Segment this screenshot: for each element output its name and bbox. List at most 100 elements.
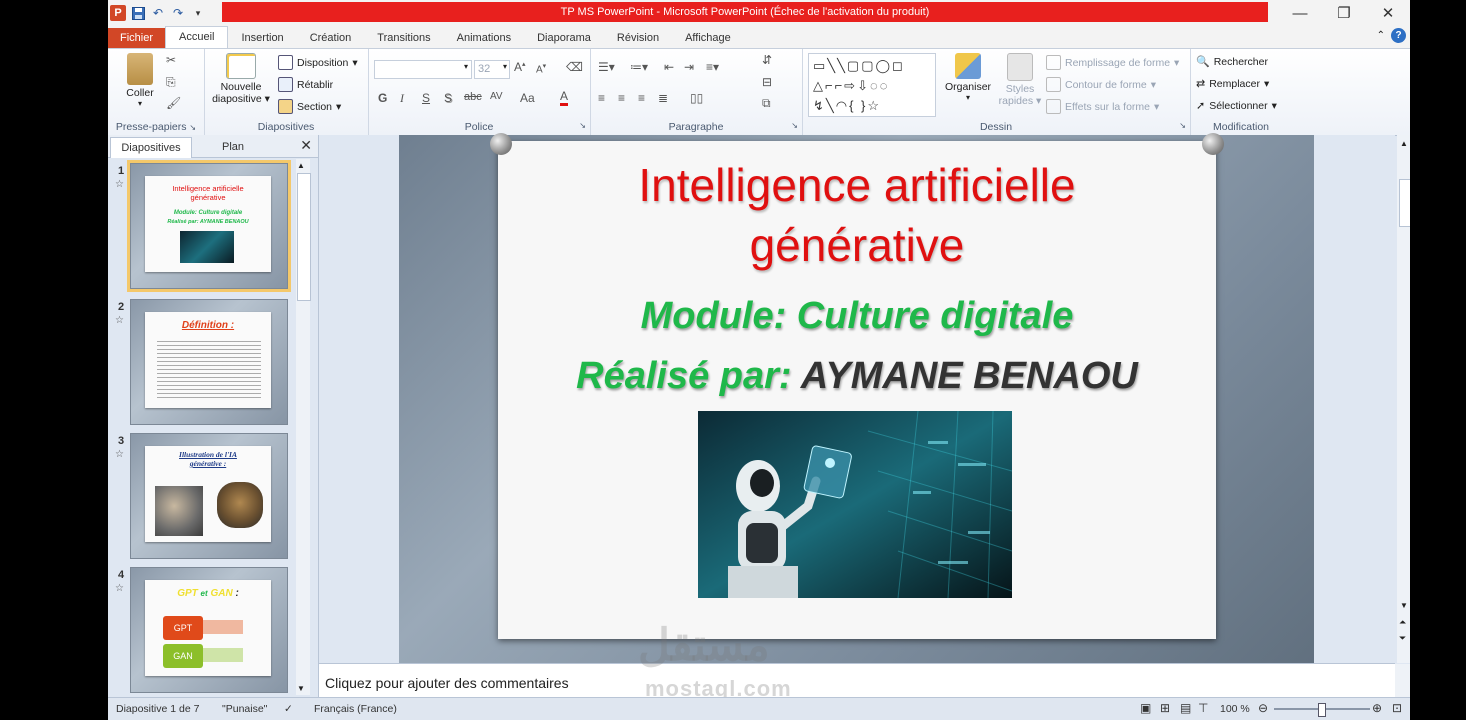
next-slide-icon[interactable]: ⏷ <box>1399 633 1406 644</box>
slide-sorter-icon[interactable]: ⊞ <box>1160 701 1170 715</box>
align-center-icon[interactable]: ≡ <box>618 91 625 105</box>
reset-button[interactable]: Rétablir <box>278 77 333 92</box>
reading-view-icon[interactable]: ▤ <box>1180 701 1191 715</box>
numbering-icon[interactable]: ≔▾ <box>630 60 648 74</box>
format-painter-icon[interactable]: 🖌 <box>166 96 181 110</box>
slide-title[interactable]: Intelligence artificielle générative <box>498 155 1216 275</box>
section-button[interactable]: Section ▾ <box>278 99 341 114</box>
theme-name[interactable]: "Punaise" <box>222 703 267 715</box>
tab-diaporama[interactable]: Diaporama <box>524 28 604 48</box>
redo-icon[interactable]: ↷ <box>170 5 186 21</box>
zoom-slider[interactable] <box>1274 703 1370 717</box>
font-name-combo[interactable]: ▾ <box>374 60 472 79</box>
decrease-indent-icon[interactable]: ⇤ <box>664 60 674 74</box>
editor-scrollbar[interactable]: ▲ ▼ ⏶ ⏷ <box>1397 135 1410 663</box>
tab-transitions[interactable]: Transitions <box>364 28 443 48</box>
replace-button[interactable]: ⇄ Remplacer ▾ <box>1196 77 1269 91</box>
find-button[interactable]: 🔍 Rechercher <box>1196 55 1268 69</box>
tab-fichier[interactable]: Fichier <box>108 28 166 48</box>
copy-icon[interactable]: ⎘ <box>166 75 176 90</box>
fit-to-window-icon[interactable]: ⊡ <box>1392 701 1402 715</box>
change-case-button[interactable]: Aa <box>520 91 535 105</box>
slideshow-icon[interactable]: ⊤ <box>1198 701 1208 715</box>
arrange-button[interactable]: Organiser ▾ <box>942 53 994 102</box>
underline-button[interactable]: S <box>422 91 430 105</box>
grow-font-icon[interactable]: A▴ <box>514 60 526 74</box>
shape-effects-button[interactable]: Effets sur la forme ▾ <box>1046 99 1159 114</box>
tab-revision[interactable]: Révision <box>604 28 672 48</box>
slide-1[interactable]: Intelligence artificielle générative Modu… <box>490 133 1224 639</box>
zoom-level[interactable]: 100 % <box>1220 703 1250 715</box>
powerpoint-logo-icon[interactable]: P <box>110 5 126 21</box>
cut-icon[interactable]: ✂ <box>166 53 176 67</box>
align-left-icon[interactable]: ≡ <box>598 91 605 105</box>
shape-fill-button[interactable]: Remplissage de forme ▾ <box>1046 55 1179 70</box>
window-title: TP MS PowerPoint - Microsoft PowerPoint … <box>222 2 1268 22</box>
shape-outline-button[interactable]: Contour de forme ▾ <box>1046 77 1156 92</box>
text-direction-icon[interactable]: ⇵ <box>762 53 772 67</box>
slide-thumbnail-4[interactable]: 4 ☆ GPT et GAN : GPT GAN <box>108 567 300 695</box>
slide-thumbnail-1[interactable]: 1 ☆ Intelligence artificielle générative … <box>108 160 300 292</box>
bold-button[interactable]: G <box>378 91 387 105</box>
justify-icon[interactable]: ≣ <box>658 91 668 105</box>
thumbnail-frame: Intelligence artificielle générative Modu… <box>127 160 291 292</box>
columns-icon[interactable]: ▯▯ <box>690 91 703 105</box>
slide-counter[interactable]: Diapositive 1 de 7 <box>116 703 199 715</box>
italic-button[interactable]: I <box>400 91 404 106</box>
restore-icon[interactable]: ❐ <box>1322 0 1366 26</box>
clear-format-icon[interactable]: ⌫ <box>566 60 583 74</box>
tab-accueil[interactable]: Accueil <box>165 26 229 48</box>
help-icon[interactable]: ? <box>1391 28 1406 43</box>
slide-module[interactable]: Module: Culture digitale <box>498 295 1216 338</box>
zoom-out-icon[interactable]: ⊖ <box>1258 701 1268 715</box>
strikethrough-button[interactable]: abc <box>464 91 482 103</box>
close-pane-icon[interactable]: ✕ <box>300 137 312 154</box>
tab-slides[interactable]: Diapositives <box>110 137 192 158</box>
character-spacing-button[interactable]: AV <box>490 91 503 102</box>
slides-pane-scrollbar[interactable]: ▲ ▼ <box>296 159 311 695</box>
robot-image[interactable] <box>698 411 1012 598</box>
slide-thumbnail-3[interactable]: 3 ☆ Illustration de l'IA générative : <box>108 433 300 561</box>
bullets-icon[interactable]: ☰▾ <box>598 60 615 74</box>
undo-icon[interactable]: ↶ <box>150 5 166 21</box>
align-right-icon[interactable]: ≡ <box>638 91 645 105</box>
save-icon[interactable] <box>130 5 146 21</box>
smartart-icon[interactable]: ⧉ <box>762 96 771 111</box>
new-slide-button[interactable]: Nouvelle diapositive ▾ <box>210 53 272 105</box>
tab-animations[interactable]: Animations <box>444 28 524 48</box>
notes-pane[interactable]: Cliquez pour ajouter des commentaires <box>319 663 1410 698</box>
slide-thumbnail-2[interactable]: 2 ☆ Définition : <box>108 299 300 427</box>
scroll-thumb[interactable] <box>1399 179 1410 227</box>
font-color-button[interactable]: A <box>560 89 569 106</box>
tab-creation[interactable]: Création <box>297 28 365 48</box>
zoom-in-icon[interactable]: ⊕ <box>1372 701 1382 715</box>
tab-insertion[interactable]: Insertion <box>228 28 296 48</box>
notes-placeholder[interactable]: Cliquez pour ajouter des commentaires <box>325 675 569 691</box>
line-spacing-icon[interactable]: ≡▾ <box>706 60 719 74</box>
quick-styles-button[interactable]: Styles rapides ▾ <box>998 53 1042 107</box>
normal-view-icon[interactable]: ▣ <box>1140 701 1151 715</box>
font-size-combo[interactable]: 32 ▾ <box>474 60 510 79</box>
shrink-font-icon[interactable]: A▾ <box>536 62 546 75</box>
previous-slide-icon[interactable]: ⏶ <box>1399 617 1406 628</box>
shadow-button[interactable]: S <box>444 91 452 105</box>
minimize-ribbon-icon[interactable]: ⌃ <box>1377 30 1385 41</box>
minimize-icon[interactable]: — <box>1278 0 1322 26</box>
customize-toolbar-icon[interactable]: ▾ <box>190 5 206 21</box>
zoom-slider-thumb[interactable] <box>1318 703 1326 717</box>
notes-scrollbar[interactable] <box>1395 664 1410 698</box>
align-text-icon[interactable]: ⊟ <box>762 75 772 89</box>
close-icon[interactable]: ✕ <box>1366 0 1410 26</box>
select-button[interactable]: ➚ Sélectionner ▾ <box>1196 99 1277 113</box>
powerpoint-window: P ↶ ↷ ▾ TP MS PowerPoint - Microsoft Pow… <box>108 0 1410 720</box>
tab-affichage[interactable]: Affichage <box>672 28 744 48</box>
language[interactable]: Français (France) <box>314 703 397 715</box>
shapes-gallery[interactable]: ▭╲╲▢▢◯◻ △⌐⌐⇨⇩◌◌ ↯╲◠{ }☆ <box>808 53 936 117</box>
scroll-thumb[interactable] <box>297 173 311 301</box>
tab-outline[interactable]: Plan <box>198 137 268 157</box>
layout-button[interactable]: Disposition ▾ <box>278 55 358 70</box>
slide-author[interactable]: Réalisé par: AYMANE BENAOU <box>498 355 1216 398</box>
spell-check-icon[interactable]: ✓ <box>284 703 293 715</box>
paste-button[interactable]: Coller ▾ <box>118 53 162 108</box>
increase-indent-icon[interactable]: ⇥ <box>684 60 694 74</box>
